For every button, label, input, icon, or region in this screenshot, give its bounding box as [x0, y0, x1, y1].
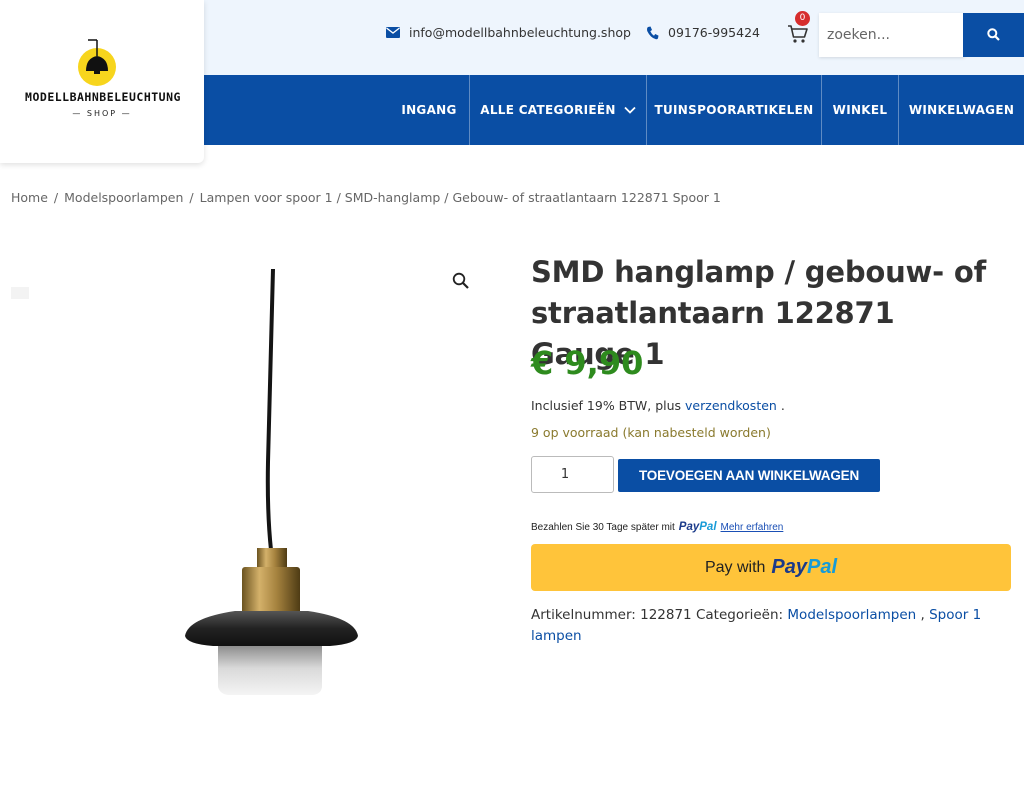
breadcrumb-modelspoorlampen[interactable]: Modelspoorlampen — [64, 190, 183, 205]
sku-label: Artikelnummer: — [531, 607, 636, 623]
paypal-message-text: Bezahlen Sie 30 Tage später mit — [531, 521, 675, 533]
search-icon — [987, 28, 1000, 41]
product-price: € 9,90 — [531, 344, 644, 382]
email-contact[interactable]: info@modellbahnbeleuchtung.shop — [386, 25, 631, 40]
quantity-input[interactable] — [531, 456, 614, 493]
nav-item-tuinspoorartikelen[interactable]: TUINSPOORARTIKELEN — [647, 75, 821, 145]
category-separator: , — [920, 607, 925, 623]
add-to-cart-button[interactable]: TOEVOEGEN AAN WINKELWAGEN — [618, 459, 880, 492]
paypal-pay-later-message: Bezahlen Sie 30 Tage später mit PayPal M… — [531, 521, 783, 533]
breadcrumb-lampen-spoor-1[interactable]: Lampen voor spoor 1 — [200, 190, 333, 205]
search-button[interactable] — [963, 13, 1024, 57]
categories-label: Categorieën: — [695, 607, 784, 623]
product-meta: Artikelnummer: 122871 Categorieën: Model… — [531, 605, 1011, 647]
zoom-icon[interactable] — [452, 272, 470, 290]
product-image[interactable] — [30, 262, 490, 722]
shopping-cart-icon[interactable] — [786, 22, 810, 46]
paypal-logo-small: PayPal — [678, 521, 717, 533]
nav-item-alle-categorieen[interactable]: ALLE CATEGORIEËN — [470, 75, 646, 145]
breadcrumb-current: / SMD-hanglamp / Gebouw- of straatlantaa… — [336, 190, 721, 205]
nav-item-label: ALLE CATEGORIEËN — [480, 103, 616, 117]
cart-count-badge: 0 — [795, 11, 810, 26]
lamp-logo-icon — [78, 39, 116, 86]
phone-contact[interactable]: 09176-995424 — [646, 25, 760, 40]
sku-value: 122871 — [640, 607, 692, 623]
logo-wordmark: MODELLBAHNBELEUCHTUNG — [25, 90, 181, 104]
chevron-down-icon — [624, 106, 636, 114]
logo-subtitle: — SHOP — — [72, 109, 132, 118]
category-link-modelspoorlampen[interactable]: Modelspoorlampen — [787, 607, 916, 623]
paypal-logo: PayPal — [771, 556, 838, 578]
breadcrumb-separator: / — [189, 190, 194, 205]
breadcrumb: Home / Modelspoorlampen / Lampen voor spoor … — [11, 190, 725, 205]
paypal-button[interactable]: Pay with PayPal — [531, 544, 1011, 591]
breadcrumb-separator: / — [53, 190, 59, 205]
shipping-costs-link[interactable]: verzendkosten — [685, 398, 777, 413]
tax-info: Inclusief 19% BTW, plus verzendkosten . — [531, 398, 785, 413]
paypal-learn-more-link[interactable]: Mehr erfahren — [721, 522, 784, 533]
paypal-button-text: Pay with — [704, 558, 766, 576]
stock-status: 9 op voorraad (kan nabesteld worden) — [531, 425, 771, 440]
envelope-icon — [386, 27, 400, 38]
breadcrumb-home[interactable]: Home — [11, 190, 48, 205]
search-input[interactable] — [819, 13, 965, 57]
nav-item-winkelwagen[interactable]: WINKELWAGEN — [899, 75, 1024, 145]
nav-item-ingang[interactable]: INGANG — [390, 75, 468, 145]
phone-icon — [647, 26, 659, 39]
phone-text: 09176-995424 — [668, 25, 760, 40]
gallery-thumbnail[interactable] — [11, 287, 29, 299]
nav-item-winkel[interactable]: WINKEL — [822, 75, 898, 145]
tax-prefix: Inclusief 19% BTW, plus — [531, 398, 682, 413]
tax-suffix: . — [780, 398, 785, 413]
site-logo[interactable]: MODELLBAHNBELEUCHTUNG — SHOP — — [0, 0, 204, 163]
email-text: info@modellbahnbeleuchtung.shop — [409, 25, 631, 40]
